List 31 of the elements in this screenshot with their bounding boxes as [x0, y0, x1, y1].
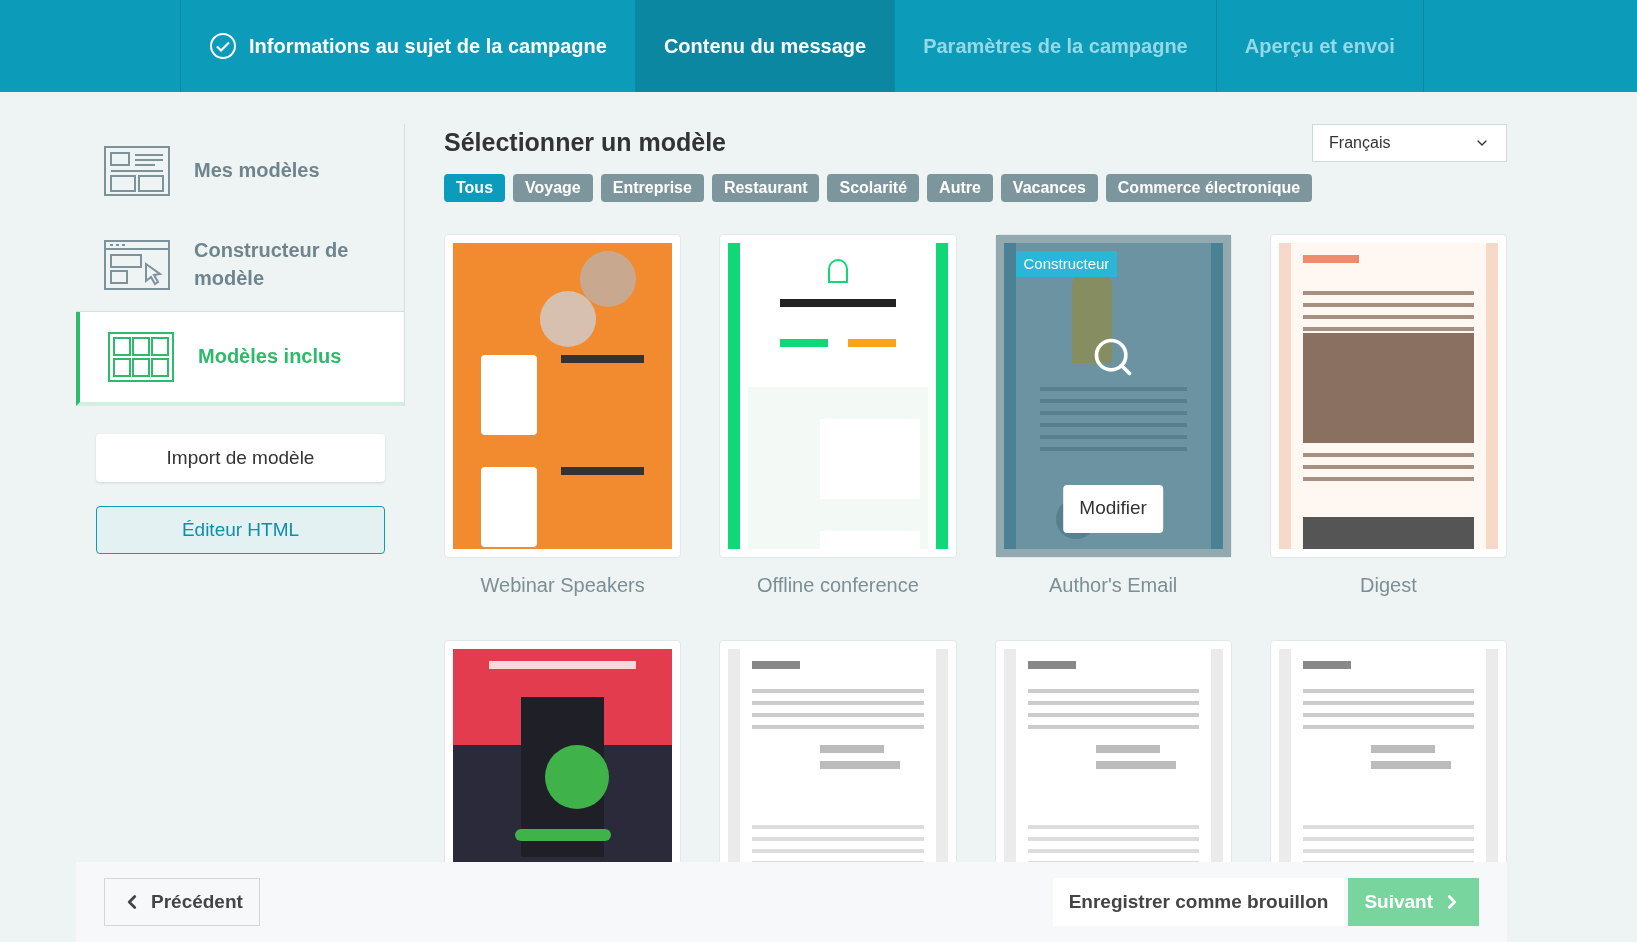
- builder-icon: [104, 239, 170, 290]
- check-circle-icon: [209, 32, 237, 60]
- grid-icon: [108, 332, 174, 382]
- save-draft-button[interactable]: Enregistrer comme brouillon: [1052, 878, 1345, 926]
- template-name: Digest: [1360, 572, 1417, 598]
- sidebar-item[interactable]: Mes modèles: [76, 124, 404, 218]
- template-name: Offline conference: [756, 572, 919, 598]
- next-button[interactable]: Suivant: [1348, 878, 1479, 926]
- category-filter[interactable]: Scolarité: [827, 173, 920, 202]
- wizard-step[interactable]: Informations au sujet de la campagne: [180, 0, 635, 92]
- category-filter[interactable]: Voyage: [513, 173, 593, 202]
- category-filter[interactable]: Commerce électronique: [1105, 173, 1313, 202]
- category-filter[interactable]: Vacances: [1000, 173, 1098, 202]
- import-template-button[interactable]: Import de modèle: [96, 434, 385, 482]
- page-title: Sélectionner un modèle: [444, 127, 727, 158]
- wizard-step[interactable]: Aperçu et envoi: [1215, 0, 1423, 92]
- wizard-step[interactable]: Paramètres de la campagne: [894, 0, 1216, 92]
- language-select[interactable]: Français: [1312, 124, 1507, 162]
- category-filter[interactable]: Tous: [444, 173, 506, 202]
- template-name: Webinar Speakers: [480, 572, 645, 598]
- layout-icon: [104, 146, 170, 196]
- category-filter[interactable]: Entreprise: [600, 173, 704, 202]
- category-filter[interactable]: Restaurant: [711, 173, 820, 202]
- edit-button[interactable]: Modifier: [1063, 484, 1163, 533]
- template-thumbnail[interactable]: Constructeur Modifier: [994, 233, 1232, 558]
- category-filter[interactable]: Autre: [927, 173, 993, 202]
- builder-badge: Constructeur: [1015, 250, 1118, 277]
- template-name: Author's Email: [1048, 572, 1178, 598]
- html-editor-button[interactable]: Éditeur HTML: [96, 506, 385, 554]
- back-button[interactable]: Précédent: [104, 878, 260, 926]
- sidebar-item[interactable]: Modèles inclus: [76, 312, 404, 406]
